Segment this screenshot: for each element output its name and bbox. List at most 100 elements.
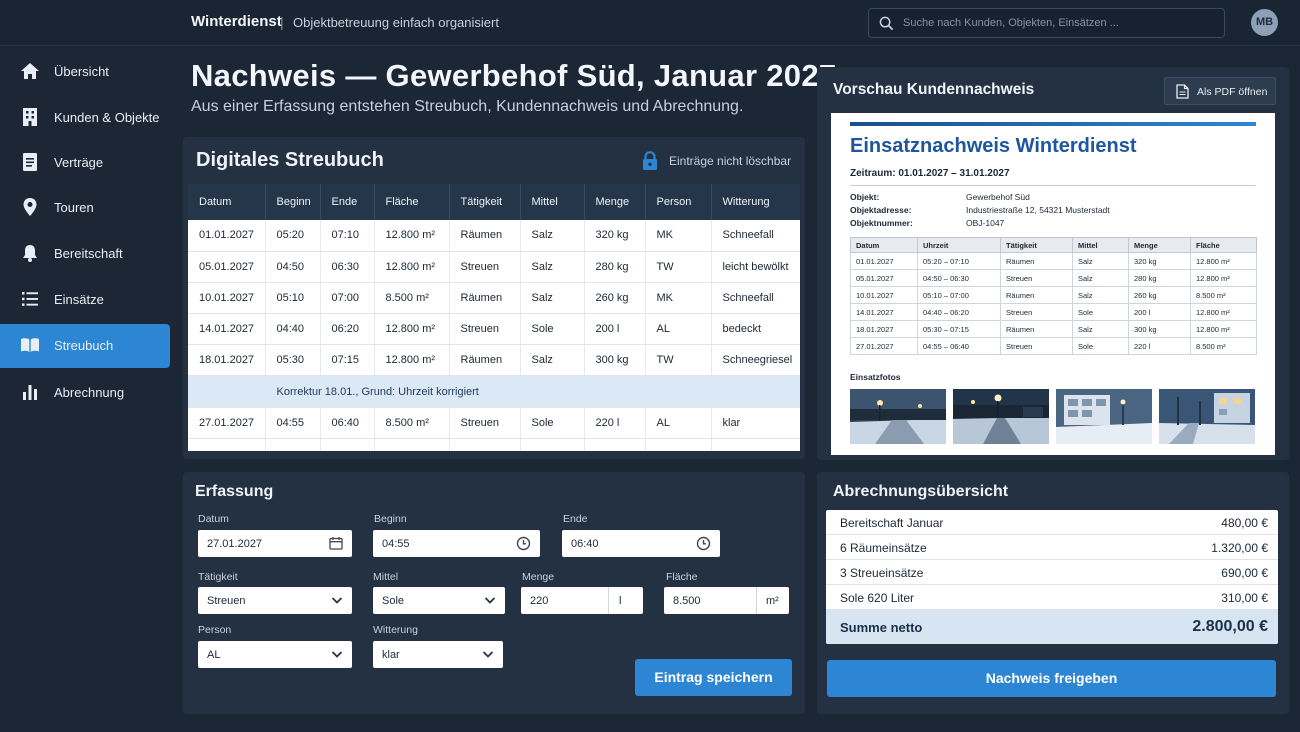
doc-cell: Sole [1072, 337, 1129, 355]
flaeche-field[interactable]: 8.500 m² [664, 587, 789, 614]
document-table-row: 14.01.2027 04:40 – 06:20 Streuen Sole 200 l1… [850, 303, 1257, 321]
sidebar: Übersicht Kunden & Objekte Verträge Tour… [0, 46, 172, 732]
doc-cell: 05:20 – 07:10 [917, 252, 1001, 270]
table-row[interactable]: 18.01.2027 05:30 07:15 12.800 m² Räumen Salz 3… [188, 344, 800, 377]
book-icon [21, 338, 39, 352]
column-header[interactable]: Fläche [374, 184, 450, 220]
search-box[interactable] [868, 8, 1225, 38]
table-row[interactable]: 27.01.2027 04:55 06:40 8.500 m² Streuen Sole 2… [188, 407, 800, 439]
sidebar-item-uebersicht[interactable]: Übersicht [0, 50, 170, 94]
einsatz-photo[interactable] [953, 389, 1049, 444]
menge-unit-text: l [619, 595, 622, 607]
clock-icon[interactable] [516, 536, 531, 551]
doc-kv-label: Objektadresse: [850, 205, 912, 215]
person-select[interactable]: AL [198, 641, 352, 668]
doc-cell: 300 kg [1128, 320, 1191, 338]
document-period: Zeitraum: 01.01.2027 – 31.01.2027 [850, 168, 1010, 179]
cell: 04:50 [265, 251, 321, 283]
mittel-select[interactable]: Sole [373, 587, 505, 614]
column-header[interactable]: Person [645, 184, 712, 220]
column-header[interactable]: Ende [320, 184, 375, 220]
taetigkeit-label: Tätigkeit [198, 571, 238, 583]
sidebar-item-kunden[interactable]: Kunden & Objekte [0, 96, 170, 140]
doc-cell: 04:55 – 06:40 [917, 337, 1001, 355]
doc-cell: 12.800 m² [1190, 320, 1257, 338]
sidebar-item-einsaetze[interactable]: Einsätze [0, 278, 170, 322]
sidebar-item-bereitschaft[interactable]: Bereitschaft [0, 232, 170, 276]
doc-kv-label: Objektnummer: [850, 218, 913, 228]
cell: 320 kg [584, 220, 646, 252]
cell: 8.500 m² [374, 407, 450, 439]
correction-row[interactable]: Korrektur 18.01., Grund: Uhrzeit korrigi… [188, 375, 800, 408]
streubuch-title: Digitales Streubuch [196, 149, 384, 171]
app-brand[interactable]: Winterdienst [191, 13, 282, 30]
sidebar-item-touren[interactable]: Touren [0, 186, 170, 230]
column-header[interactable]: Beginn [265, 184, 321, 220]
lock-label: Einträge nicht löschbar [669, 154, 792, 168]
billing-row-label: Sole 620 Liter [840, 591, 915, 605]
sidebar-item-label: Touren [54, 200, 94, 215]
sidebar-item-streubuch[interactable]: Streubuch [0, 324, 170, 368]
column-header[interactable]: Mittel [520, 184, 585, 220]
column-header[interactable]: Tätigkeit [449, 184, 521, 220]
cell: 200 l [584, 313, 646, 346]
table-header-row: Datum Beginn Ende Fläche Tätigkeit Mitte… [188, 184, 800, 220]
clock-icon[interactable] [696, 536, 711, 551]
open-pdf-label: Als PDF öffnen [1197, 86, 1268, 98]
save-entry-button[interactable]: Eintrag speichern [635, 659, 792, 696]
table-row[interactable]: 05.01.2027 04:50 06:30 12.800 m² Streuen Salz… [188, 251, 800, 283]
sidebar-item-label: Abrechnung [54, 385, 125, 400]
column-header[interactable]: Witterung [711, 184, 800, 220]
document-table-row: 27.01.2027 04:55 – 06:40 Streuen Sole 220 l8… [850, 337, 1257, 355]
flaeche-unit-text: m² [766, 595, 779, 607]
page-subtitle: Aus einer Erfassung entstehen Streubuch,… [191, 98, 744, 115]
open-pdf-button[interactable]: Als PDF öffnen [1164, 77, 1276, 105]
calendar-icon[interactable] [329, 536, 343, 550]
einsatz-photo[interactable] [850, 389, 946, 444]
doc-column-header: Menge [1128, 237, 1191, 253]
map-pin-icon [23, 198, 37, 216]
cell: AL [645, 407, 712, 439]
ende-field[interactable]: 06:40 [562, 530, 720, 557]
doc-cell: 01.01.2027 [850, 252, 918, 270]
column-header[interactable]: Datum [188, 184, 266, 220]
person-value: AL [207, 649, 221, 661]
table-row[interactable]: 14.01.2027 04:40 06:20 12.800 m² Streuen Sole… [188, 313, 800, 346]
search-input[interactable] [903, 14, 1213, 32]
doc-cell: 05:10 – 07:00 [917, 286, 1001, 304]
sidebar-item-abrechnung[interactable]: Abrechnung [0, 371, 170, 415]
cell: 18.01.2027 [188, 344, 266, 377]
list-icon [22, 292, 38, 306]
doc-column-header: Datum [850, 237, 918, 253]
search-icon [879, 16, 894, 31]
cell: MK [645, 282, 712, 315]
chevron-down-icon [484, 597, 496, 604]
table-row[interactable]: 10.01.2027 05:10 07:00 8.500 m² Räumen Salz 26… [188, 282, 800, 315]
witterung-select[interactable]: klar [373, 641, 503, 668]
document-preview[interactable]: Einsatznachweis Winterdienst Zeitraum: 0… [831, 113, 1275, 455]
bar-chart-icon [23, 385, 37, 400]
taetigkeit-select[interactable]: Streuen [198, 587, 352, 614]
einsatz-photo[interactable] [1159, 389, 1255, 444]
billing-row-amount: 310,00 € [1221, 591, 1268, 605]
beginn-field[interactable]: 04:55 [373, 530, 540, 557]
sidebar-item-label: Übersicht [54, 64, 109, 79]
cell: Schneefall [711, 220, 800, 252]
datum-label: Datum [198, 513, 229, 525]
menge-field[interactable]: 220 l [521, 587, 643, 614]
doc-column-header: Tätigkeit [1000, 237, 1073, 253]
table-row [188, 438, 800, 451]
sidebar-item-label: Streubuch [54, 338, 114, 353]
table-row[interactable]: 01.01.2027 05:20 07:10 12.800 m² Räumen Salz 3… [188, 220, 800, 252]
cell: Salz [520, 220, 585, 252]
doc-cell: Salz [1072, 252, 1129, 270]
release-proof-button[interactable]: Nachweis freigeben [827, 660, 1276, 697]
doc-column-header: Mittel [1072, 237, 1129, 253]
einsatz-photo[interactable] [1056, 389, 1152, 444]
user-avatar[interactable]: MB [1251, 9, 1278, 36]
beginn-value: 04:55 [382, 538, 410, 550]
column-header[interactable]: Menge [584, 184, 646, 220]
document-nummer: Objektnummer: OBJ-1047 [850, 218, 1004, 228]
sidebar-item-vertraege[interactable]: Verträge [0, 141, 170, 185]
datum-field[interactable]: 27.01.2027 [198, 530, 352, 557]
